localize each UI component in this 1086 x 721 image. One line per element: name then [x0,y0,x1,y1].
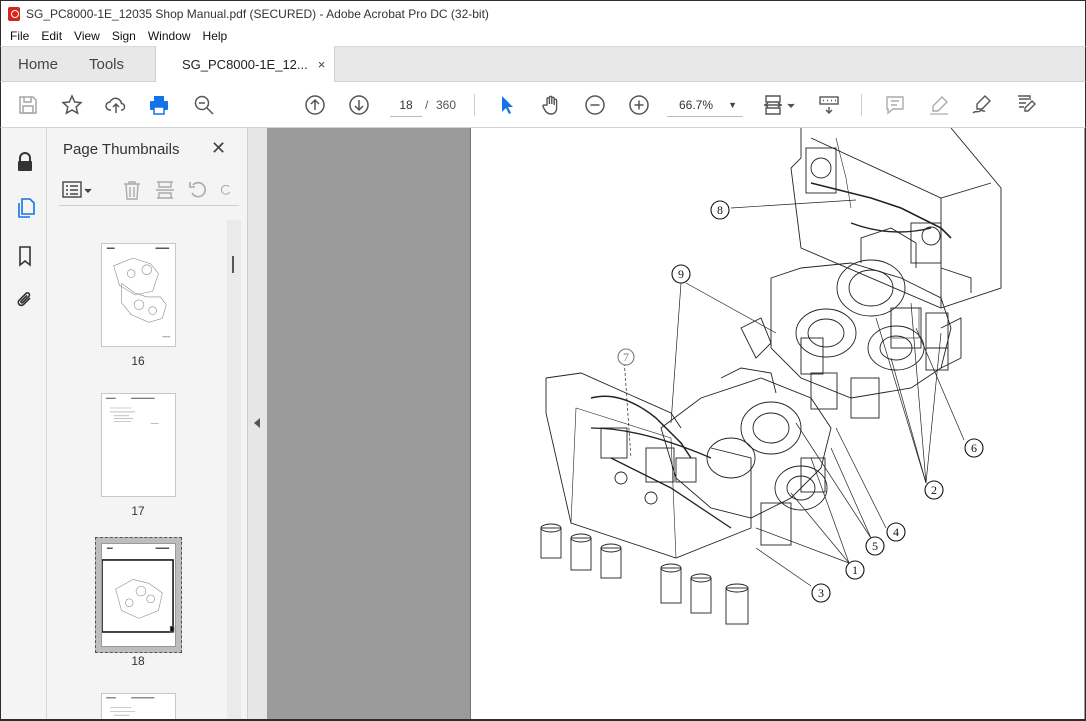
page-total: 360 [436,98,457,112]
thumbnail-toolbar [59,176,239,206]
previous-page-icon[interactable] [303,93,327,117]
extract-pages-icon[interactable] [154,179,176,201]
pdf-page: 8 9 7 6 2 4 5 1 3 [470,128,1084,721]
callout-label: 3 [818,586,824,600]
collapse-arrow-icon[interactable] [254,418,260,428]
delete-page-icon[interactable] [121,179,143,201]
next-page-icon[interactable] [347,93,371,117]
upload-cloud-icon[interactable] [104,93,128,117]
panel-title: Page Thumbnails [63,141,180,158]
callout-label: 9 [678,267,684,281]
page-number-input[interactable]: 18 [390,93,422,117]
panel-collapse-strip[interactable] [248,128,267,721]
thumbnail-page-16[interactable] [101,243,176,347]
fill-sign-icon[interactable] [970,93,994,117]
tab-home[interactable]: Home [1,47,67,81]
callout-label: 5 [872,539,878,553]
keyboard-scroll-icon[interactable] [817,93,841,117]
tab-close-icon[interactable]: × [318,57,326,72]
zoom-level-select[interactable]: 66.7% ▼ [667,93,743,117]
menu-view[interactable]: View [68,29,106,43]
rotate-cw-icon[interactable] [219,179,233,201]
document-viewport[interactable]: 8 9 7 6 2 4 5 1 3 [267,128,1086,721]
thumbnail-options-icon[interactable] [61,179,95,201]
zoom-search-icon[interactable] [192,93,216,117]
thumbnail-label-16: 16 [131,354,145,368]
callout-label: 7 [623,350,629,364]
save-icon[interactable] [16,93,40,117]
toolbar-divider [474,94,475,116]
scrollbar-thumb[interactable] [232,256,234,273]
select-cursor-icon[interactable] [495,93,519,117]
tab-document-label: SG_PC8000-1E_12... [182,56,308,72]
menu-window[interactable]: Window [142,29,197,43]
thumbnail-label-18: 18 [131,654,145,668]
toolbar-divider [861,94,862,116]
callout-label: 6 [971,441,977,455]
tab-bar: Home Tools SG_PC8000-1E_12... × [0,46,1086,82]
page-separator: / [425,98,429,112]
callout-label: 4 [893,525,899,539]
technical-drawing: 8 9 7 6 2 4 5 1 3 [540,128,1002,625]
menu-sign[interactable]: Sign [106,29,142,43]
chevron-down-icon: ▼ [728,100,737,110]
print-icon[interactable] [147,93,171,117]
zoom-out-icon[interactable] [583,93,607,117]
callout-label: 2 [931,483,937,497]
menu-file[interactable]: File [4,29,35,43]
attachments-icon[interactable] [13,288,37,312]
comment-icon[interactable] [883,93,907,117]
hand-tool-icon[interactable] [539,93,563,117]
left-navigation-rail [0,128,47,721]
thumbnail-label-17: 17 [131,504,145,518]
callout-label: 1 [852,563,858,577]
bookmark-star-icon[interactable] [60,93,84,117]
title-bar: SG_PC8000-1E_12035 Shop Manual.pdf (SECU… [0,0,1086,26]
thumbnail-scrollbar[interactable] [227,220,241,721]
thumbnail-page-18[interactable] [101,543,176,647]
thumbnail-page-17[interactable] [101,393,176,497]
toolbar: 18 / 360 66.7% ▼ [0,82,1086,128]
highlight-pen-icon[interactable] [927,93,951,117]
zoom-in-icon[interactable] [627,93,651,117]
close-panel-icon[interactable]: ✕ [211,138,226,159]
rotate-ccw-icon[interactable] [187,179,209,201]
tab-tools[interactable]: Tools [67,47,155,81]
acrobat-app-icon [8,6,20,21]
menu-bar: File Edit View Sign Window Help [0,26,1086,46]
lock-icon[interactable] [13,150,37,174]
window-title: SG_PC8000-1E_12035 Shop Manual.pdf (SECU… [26,6,489,21]
tab-document[interactable]: SG_PC8000-1E_12... × [155,46,335,82]
menu-edit[interactable]: Edit [35,29,68,43]
bookmarks-icon[interactable] [13,244,37,268]
page-fit-icon[interactable] [761,93,797,117]
callout-label: 8 [717,203,723,217]
edit-pdf-icon[interactable] [1014,93,1038,117]
menu-help[interactable]: Help [197,29,234,43]
page-thumbnails-icon[interactable] [13,196,37,220]
zoom-level-value: 66.7% [679,98,714,112]
thumbnail-page-next[interactable] [101,693,176,721]
